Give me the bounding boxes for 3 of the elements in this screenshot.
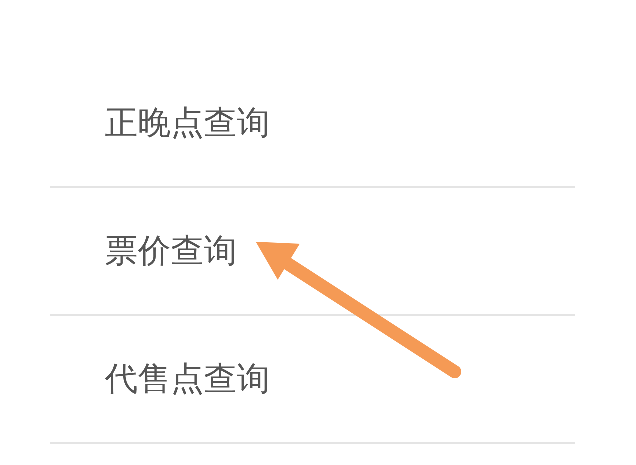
menu-item[interactable]: 正晚点查询 [105, 103, 270, 143]
menu-item[interactable]: 代售点查询 [105, 359, 270, 399]
menu-item[interactable]: 票价查询 [105, 231, 237, 271]
